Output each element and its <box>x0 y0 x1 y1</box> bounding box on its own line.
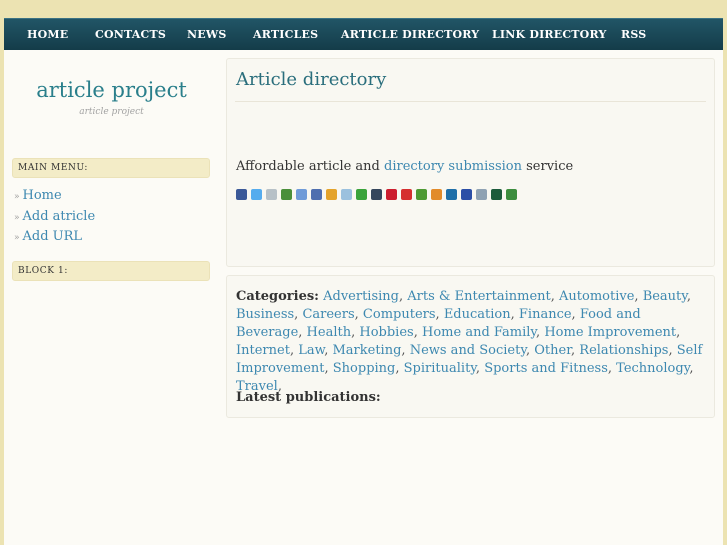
category-link[interactable]: Internet <box>236 343 290 358</box>
nav-news[interactable]: NEWS <box>187 28 227 41</box>
site-subtitle: article project <box>79 107 144 117</box>
menu-link-add-article[interactable]: Add atricle <box>23 209 96 224</box>
windows-icon[interactable] <box>326 189 337 200</box>
category-link[interactable]: Careers <box>302 307 354 322</box>
category-link[interactable]: News and Society <box>410 343 526 358</box>
category-link[interactable]: Spirituality <box>404 361 476 376</box>
category-link[interactable]: Law <box>298 343 324 358</box>
bullet-icon: » <box>14 233 20 243</box>
category-link[interactable]: Arts & Entertainment <box>407 289 550 304</box>
google-icon[interactable] <box>416 189 427 200</box>
category-link[interactable]: Technology <box>616 361 689 376</box>
block1-header: BLOCK 1: <box>12 261 210 281</box>
description: Affordable article and directory submiss… <box>236 159 573 174</box>
main-menu-header: MAIN MENU: <box>12 158 210 178</box>
category-link[interactable]: Marketing <box>332 343 401 358</box>
digg-icon[interactable] <box>266 189 277 200</box>
msn-icon[interactable] <box>431 189 442 200</box>
nav-articles[interactable]: ARTICLES <box>253 28 318 41</box>
stumbleupon-icon[interactable] <box>506 189 517 200</box>
globe-icon[interactable] <box>341 189 352 200</box>
description-suffix: service <box>521 159 574 174</box>
category-link[interactable]: Automotive <box>559 289 634 304</box>
category-link[interactable]: Advertising <box>323 289 399 304</box>
reddit-icon[interactable] <box>476 189 487 200</box>
site-title[interactable]: article project <box>4 78 219 102</box>
categories-list: Categories: Advertising, Arts & Entertai… <box>236 289 703 394</box>
nav-link-directory[interactable]: LINK DIRECTORY <box>492 28 607 41</box>
main-menu: » Home » Add atricle » Add URL <box>14 188 95 250</box>
page-body: article project article project MAIN MEN… <box>4 50 723 545</box>
article-directory-panel: Article directory Affordable article and… <box>226 58 715 267</box>
category-link[interactable]: Home Improvement <box>544 325 676 340</box>
nav-rss[interactable]: RSS <box>621 28 646 41</box>
yahoo-icon[interactable] <box>386 189 397 200</box>
tumblr-icon[interactable] <box>371 189 382 200</box>
yahoo-buzz-icon[interactable] <box>401 189 412 200</box>
latest-publications-heading: Latest publications: <box>236 390 381 405</box>
nav-article-directory[interactable]: ARTICLE DIRECTORY <box>341 28 479 41</box>
category-link[interactable]: Beauty <box>643 289 687 304</box>
category-link[interactable]: Sports and Fitness <box>484 361 608 376</box>
nav-home[interactable]: HOME <box>27 28 68 41</box>
menu-item-home: » Home <box>14 188 95 209</box>
menu-item-add-article: » Add atricle <box>14 209 95 230</box>
category-link[interactable]: Other <box>534 343 571 358</box>
title-divider <box>235 101 706 102</box>
category-link[interactable]: Shopping <box>333 361 396 376</box>
category-link[interactable]: Finance <box>519 307 572 322</box>
category-link[interactable]: Education <box>444 307 511 322</box>
categories-panel: Categories: Advertising, Arts & Entertai… <box>226 275 715 418</box>
category-link[interactable]: Hobbies <box>359 325 413 340</box>
page-title: Article directory <box>236 69 387 90</box>
top-nav: HOME CONTACTS NEWS ARTICLES ARTICLE DIRE… <box>4 18 723 50</box>
menu-link-add-url[interactable]: Add URL <box>23 229 83 244</box>
menu-item-add-url: » Add URL <box>14 229 95 250</box>
bullet-icon: » <box>14 192 20 202</box>
twitter-icon[interactable] <box>251 189 262 200</box>
category-link[interactable]: Health <box>307 325 352 340</box>
category-link[interactable]: Relationships <box>579 343 668 358</box>
menu-link-home[interactable]: Home <box>23 188 62 203</box>
linkedin-icon[interactable] <box>446 189 457 200</box>
facebook-icon[interactable] <box>236 189 247 200</box>
category-link[interactable]: Computers <box>363 307 436 322</box>
category-link[interactable]: Home and Family <box>422 325 536 340</box>
directory-submission-link[interactable]: directory submission <box>384 159 522 174</box>
google-buzz-icon[interactable] <box>281 189 292 200</box>
myspace-icon[interactable] <box>461 189 472 200</box>
categories-label: Categories: <box>236 289 319 304</box>
technorati-icon[interactable] <box>491 189 502 200</box>
nav-contacts[interactable]: CONTACTS <box>95 28 166 41</box>
delicious-icon[interactable] <box>296 189 307 200</box>
bullet-icon: » <box>14 212 20 223</box>
category-link[interactable]: Business <box>236 307 294 322</box>
description-prefix: Affordable article and <box>236 159 385 174</box>
talk-icon[interactable] <box>356 189 367 200</box>
share-bar <box>236 189 521 203</box>
pencil-icon[interactable] <box>311 189 322 200</box>
